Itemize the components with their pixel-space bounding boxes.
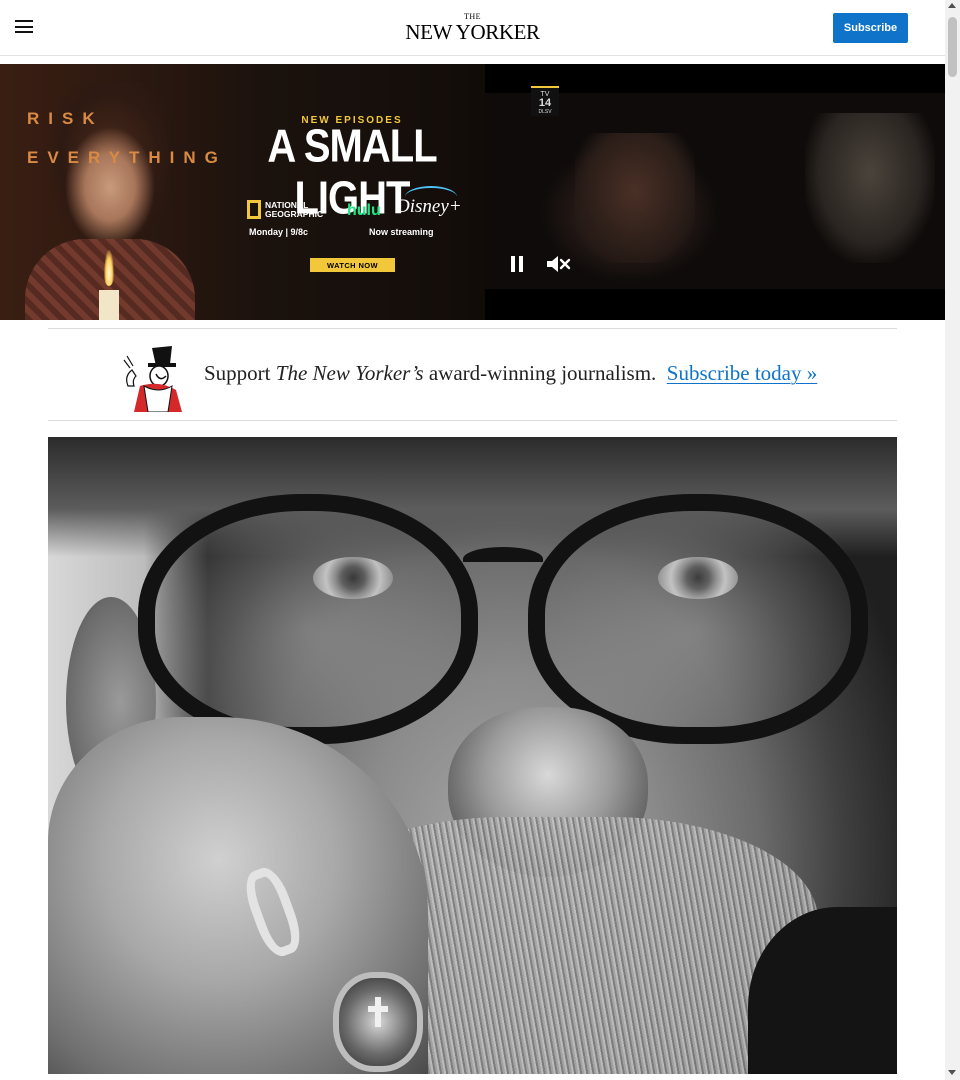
eyeglasses-bridge [463,547,543,571]
candle [99,290,119,320]
eyeglasses-left-lens [138,494,478,744]
scroll-thumb[interactable] [948,17,957,77]
disney-plus-logo: Disney+ [396,196,462,217]
tv-rating-badge: TV 14 DLSV [531,86,559,116]
support-prefix: Support [204,361,276,385]
eyeglasses-right-lens [528,494,868,744]
mute-icon[interactable] [545,254,571,274]
cross-icon [368,997,388,1027]
subscribe-button[interactable]: Subscribe [833,13,908,43]
hero-portrait-photo [48,437,897,1074]
rating-number: 14 [538,97,552,109]
site-logo[interactable]: THE NEW YORKER [0,12,945,43]
video-figure-right [805,113,935,263]
site-header: THE NEW YORKER Subscribe [0,0,945,56]
pause-icon[interactable] [510,256,524,272]
ad-tagline-line2: EVERYTHING [27,148,227,167]
scroll-up-arrow-icon[interactable] [948,3,956,8]
natgeo-icon [247,200,261,219]
publication-name: The New Yorker’s [275,361,424,385]
ad-video-player[interactable]: TV 14 DLSV [485,64,945,320]
watch-now-button[interactable]: WATCH NOW [310,258,395,272]
rating-bottom: DLSV [538,109,552,115]
ad-banner[interactable]: RISK EVERYTHING NEW EPISODES A SMALL LIG… [0,64,945,320]
natgeo-logo: NATIONAL GEOGRAPHIC [247,200,341,219]
eustace-tilley-icon [123,346,182,412]
ad-streaming: Now streaming [369,227,434,237]
ad-schedule: Monday | 9/8c [249,227,309,237]
support-banner: Support The New Yorker’s award-winning j… [48,328,897,421]
subscribe-today-link[interactable]: Subscribe today » [667,361,817,385]
natgeo-label: NATIONAL GEOGRAPHIC [265,199,324,219]
page-scrollbar[interactable] [945,0,960,1080]
video-figure-left [575,133,695,263]
support-message: Support The New Yorker’s award-winning j… [204,361,817,386]
hulu-logo: hulu [347,202,381,219]
scroll-down-arrow-icon[interactable] [948,1070,956,1075]
ad-artwork[interactable]: RISK EVERYTHING NEW EPISODES A SMALL LIG… [0,64,485,320]
support-suffix: award-winning journalism. [423,361,657,385]
logo-name: NEW YORKER [405,20,540,44]
ad-tagline-line1: RISK [27,109,104,128]
